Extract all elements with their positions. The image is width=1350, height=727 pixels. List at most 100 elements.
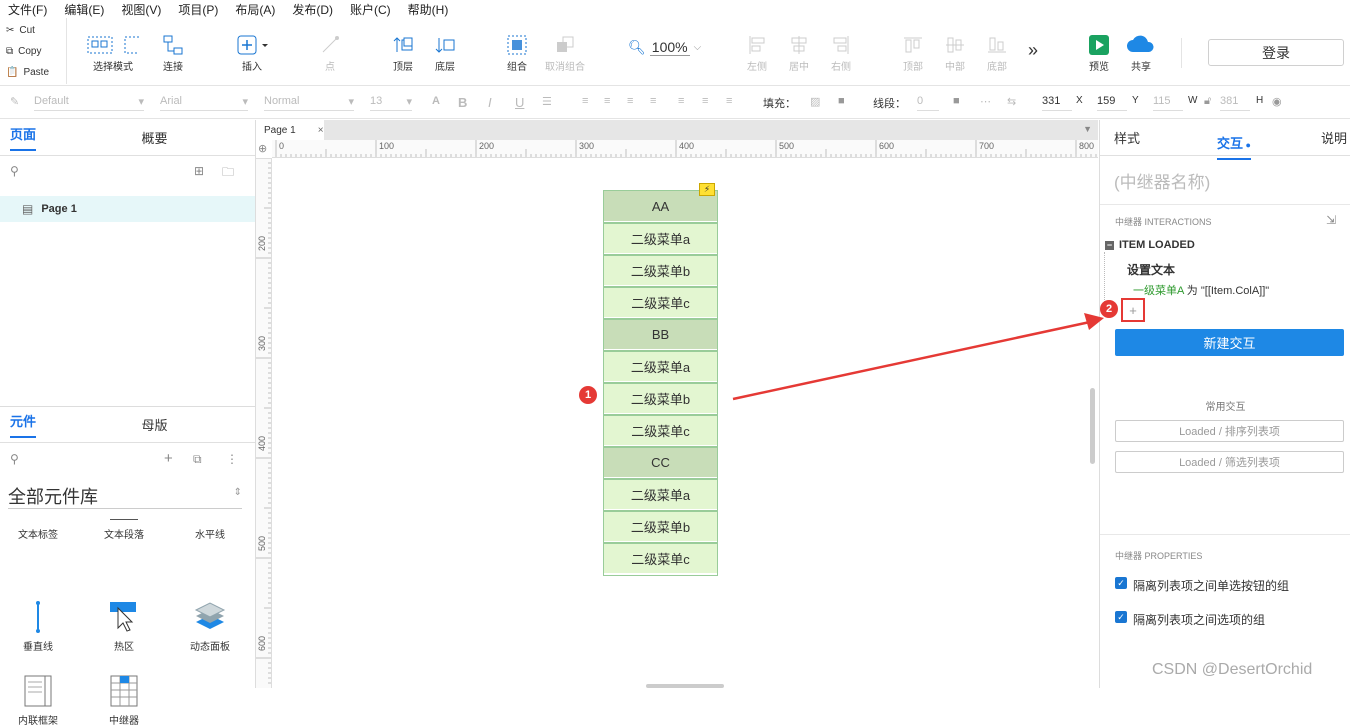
send-back-button[interactable]: 底层 [415,32,475,73]
eye-icon[interactable]: ◉ [1272,95,1282,108]
widget-vertical-line[interactable]: 垂直线 [3,592,73,653]
lock-icon[interactable]: 🔓︎ [1204,95,1211,108]
add-folder-icon[interactable]: 🗀︎ [222,163,234,184]
share-button[interactable]: 共享 [1111,32,1171,73]
widget-hotspot[interactable]: 热区 [89,592,159,653]
x-input[interactable]: 331 [1042,95,1072,111]
more-button[interactable]: » [1028,40,1038,61]
connect-button[interactable]: 连接 [143,32,203,73]
more-icon[interactable]: ⋮ [226,452,238,466]
repeater-item-row[interactable]: 二级菜单c [603,414,718,448]
library-icon[interactable]: ⧉ [193,452,202,467]
fill-color-icon[interactable]: ▨ [810,95,820,108]
paste-button[interactable]: 📋 Paste [6,67,49,78]
line-color-icon[interactable]: ■ [953,95,960,107]
expand-icon[interactable]: ⇲ [1326,213,1336,227]
valign-bottom-icon[interactable]: ≡ [726,95,732,107]
text-align-left-icon[interactable]: ≡ [582,95,588,107]
font-color-icon[interactable]: A [432,95,440,107]
menu-item[interactable]: 发布(D) [292,1,333,18]
vertical-scrollbar[interactable] [1090,388,1095,464]
text-align-center-icon[interactable]: ≡ [604,95,610,107]
menu-item[interactable]: 编辑(E) [64,1,104,18]
bold-icon[interactable]: B [458,95,467,110]
add-library-icon[interactable]: + [164,450,173,467]
menu-item[interactable]: 帮助(H) [408,1,449,18]
text-justify-icon[interactable]: ≡ [650,95,656,107]
widget-dynamic-panel[interactable]: 动态面板 [175,592,245,653]
menu-item[interactable]: 项目(P) [178,1,218,18]
italic-icon[interactable]: I [488,95,492,110]
repeater-item-row[interactable]: 二级菜单a [603,222,718,256]
line-width-input[interactable]: 0 [917,95,939,111]
copy-button[interactable]: ⧉ Copy [6,46,42,57]
new-interaction-button[interactable]: 新建交互 [1115,329,1344,356]
library-select[interactable]: 全部元件库 ⇕ [8,483,242,509]
chevron-down-icon[interactable]: ▼ [1083,124,1092,134]
close-icon[interactable]: × [318,125,324,136]
ungroup-button[interactable]: 取消组合 [535,32,595,73]
valign-top-icon[interactable]: ≡ [678,95,684,107]
event-item-loaded[interactable]: − ITEM LOADED [1105,239,1195,251]
select-mode-button[interactable]: 选择模式 [83,32,143,73]
width-input[interactable]: 115 [1153,95,1183,111]
lightning-icon[interactable]: ⚡ [699,183,715,196]
widget-repeater[interactable]: 中继器 [89,666,159,727]
font-size-select[interactable]: 13 ▾ [370,95,412,111]
underline-icon[interactable]: U [515,95,524,110]
menu-item[interactable]: 账户(C) [350,1,391,18]
widget-paragraph[interactable]: 文本段落 [89,518,159,541]
font-select[interactable]: Arial ▾ [160,95,248,111]
point-button[interactable]: 点 [300,32,360,73]
line-style-icon[interactable]: ⋯ [980,95,991,108]
search-icon[interactable]: ⚲ [10,164,19,178]
collapse-icon[interactable]: − [1105,240,1114,250]
font-weight-select[interactable]: Normal ▾ [264,95,354,111]
menu-item[interactable]: 文件(F) [8,1,47,18]
widget-text-label[interactable]: 文本标签 [3,518,73,541]
tab-pages[interactable]: 页面 [0,120,124,155]
fill-shadow-icon[interactable]: ■ [838,95,845,107]
repeater-item-row[interactable]: 二级菜单b [603,382,718,416]
list-icon[interactable]: ☰ [542,95,552,108]
add-page-icon[interactable]: ⊞ [194,164,204,178]
widget-horizontal-line[interactable]: 水平线 [175,518,245,541]
repeater-item-row[interactable]: 二级菜单b [603,254,718,288]
tab-notes[interactable]: 说明 [1321,128,1347,147]
align-right-button[interactable]: 右侧 [811,32,871,73]
repeater-name-input[interactable]: (中继器名称) [1114,168,1210,193]
isolate-radio-checkbox[interactable]: ✓ [1115,577,1127,589]
height-input[interactable]: 381 [1220,95,1250,111]
action-set-text[interactable]: 设置文本 [1127,261,1175,278]
tab-masters[interactable]: 母版 [124,407,256,442]
tab-widgets[interactable]: 元件 [0,407,124,442]
add-action-button[interactable]: + [1121,298,1145,322]
repeater-item-row[interactable]: 二级菜单a [603,478,718,512]
repeater-header-row[interactable]: BB [603,318,718,352]
menu-item[interactable]: 布局(A) [235,1,275,18]
doc-tab[interactable]: Page 1 × [256,120,324,140]
login-button[interactable]: 登录 [1208,39,1344,66]
repeater-item-row[interactable]: 二级菜单a [603,350,718,384]
tab-interactions[interactable]: 交互 ● [1217,133,1251,160]
isolate-options-checkbox[interactable]: ✓ [1115,611,1127,623]
repeater-item-row[interactable]: 二级菜单b [603,510,718,544]
action-detail[interactable]: 一级菜单A 为 "[[Item.ColA]]" [1133,282,1269,298]
tab-style[interactable]: 样式 [1114,128,1140,147]
valign-middle-icon[interactable]: ≡ [702,95,708,107]
page-list-item[interactable]: ▤ Page 1 [0,196,255,222]
insert-button[interactable]: 插入 [222,32,282,73]
repeater-item-row[interactable]: 二级菜单c [603,286,718,320]
cut-button[interactable]: ✂ Cut [6,25,35,36]
repeater-widget[interactable]: AA 二级菜单a 二级菜单b 二级菜单c BB 二级菜单a 二级菜单b 二级菜单c CC 二级菜单… [603,190,718,576]
menu-item[interactable]: 视图(V) [121,1,161,18]
repeater-header-row[interactable]: CC [603,446,718,480]
tab-outline[interactable]: 概要 [124,120,256,155]
align-bottom-button[interactable]: 底部 [967,32,1027,73]
text-align-right-icon[interactable]: ≡ [627,95,633,107]
style-select[interactable]: Default ▾ [34,95,144,111]
widget-inline-frame[interactable]: 内联框架 [3,666,73,727]
repeater-item-row[interactable]: 二级菜单c [603,542,718,576]
horizontal-scrollbar[interactable] [646,684,724,688]
loaded-filter-button[interactable]: Loaded / 筛选列表项 [1115,451,1344,473]
